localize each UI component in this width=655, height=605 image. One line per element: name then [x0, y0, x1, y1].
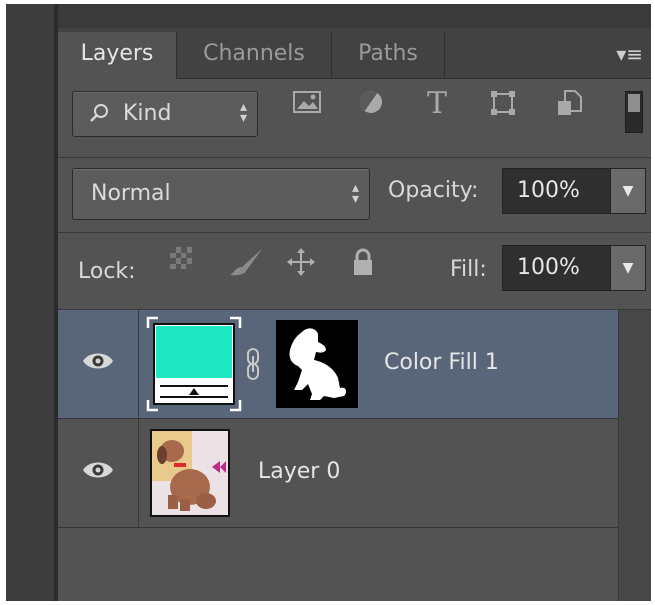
lock-all-icon[interactable] [348, 247, 378, 277]
search-icon [89, 102, 111, 130]
tab-layers[interactable]: Layers [58, 32, 177, 79]
visibility-toggle[interactable] [58, 310, 139, 418]
fill-layer-thumbnail[interactable] [146, 316, 242, 412]
chevron-down-icon[interactable]: ▼ [610, 169, 645, 213]
opacity-value[interactable]: 100% [517, 169, 580, 213]
blend-row: Normal ▴ ▾ Opacity: 100% ▼ [58, 158, 651, 233]
layer-name[interactable]: Layer 0 [258, 459, 340, 484]
smart-object-filter-icon[interactable] [552, 89, 586, 119]
visibility-toggle[interactable] [58, 419, 139, 527]
layers-panel: Layers Channels Paths ▾≡ Kind ▴ ▾ T Norm… [58, 4, 651, 601]
type-filter-icon[interactable]: T [420, 89, 454, 119]
lock-position-icon[interactable] [286, 247, 316, 277]
chevron-down-icon[interactable]: ▼ [610, 246, 645, 290]
layer-thumbnail[interactable] [150, 429, 230, 517]
adjustment-filter-icon[interactable] [354, 89, 388, 119]
left-dock-strip [6, 4, 58, 601]
layer-name[interactable]: Color Fill 1 [384, 350, 499, 375]
tab-channels[interactable]: Channels [177, 32, 332, 78]
filter-toggle-switch[interactable] [625, 91, 643, 133]
panel-tabs: Layers Channels Paths ▾≡ [58, 28, 651, 79]
fill-label: Fill: [450, 257, 487, 282]
opacity-label: Opacity: [388, 178, 479, 203]
panel-menu-icon[interactable]: ▾≡ [616, 42, 643, 66]
updown-arrows-icon: ▴ ▾ [351, 180, 359, 207]
updown-arrows-icon: ▴ ▾ [239, 99, 247, 126]
opacity-field[interactable]: 100% ▼ [502, 168, 646, 214]
lock-image-icon[interactable] [226, 247, 266, 277]
pixel-filter-icon[interactable] [290, 89, 324, 119]
lock-transparent-icon[interactable] [166, 247, 196, 277]
eye-icon [83, 462, 113, 478]
fill-value[interactable]: 100% [517, 246, 580, 290]
link-icon[interactable] [246, 348, 260, 384]
layer-mask-thumbnail[interactable] [276, 320, 358, 408]
layer-row-layer-0[interactable]: Layer 0 [58, 419, 618, 528]
panel-top-bar [58, 4, 651, 28]
layers-list: Color Fill 1 Layer 0 [58, 310, 651, 601]
blend-mode-label: Normal [91, 181, 171, 206]
lock-row: Lock: Fill: 100% ▼ [58, 233, 651, 310]
layers-scrollbar[interactable] [618, 310, 651, 601]
layer-row-color-fill-1[interactable]: Color Fill 1 [58, 310, 618, 419]
fill-field[interactable]: 100% ▼ [502, 245, 646, 291]
layers-panel-window: Layers Channels Paths ▾≡ Kind ▴ ▾ T Norm… [6, 4, 651, 601]
shape-filter-icon[interactable] [486, 89, 520, 119]
filter-kind-select[interactable]: Kind ▴ ▾ [72, 91, 258, 137]
lock-label: Lock: [78, 259, 136, 284]
tab-paths[interactable]: Paths [332, 32, 445, 78]
blend-mode-select[interactable]: Normal ▴ ▾ [72, 168, 370, 220]
filter-kind-label: Kind [123, 101, 172, 126]
filter-row: Kind ▴ ▾ T [58, 79, 651, 158]
eye-icon [83, 353, 113, 369]
